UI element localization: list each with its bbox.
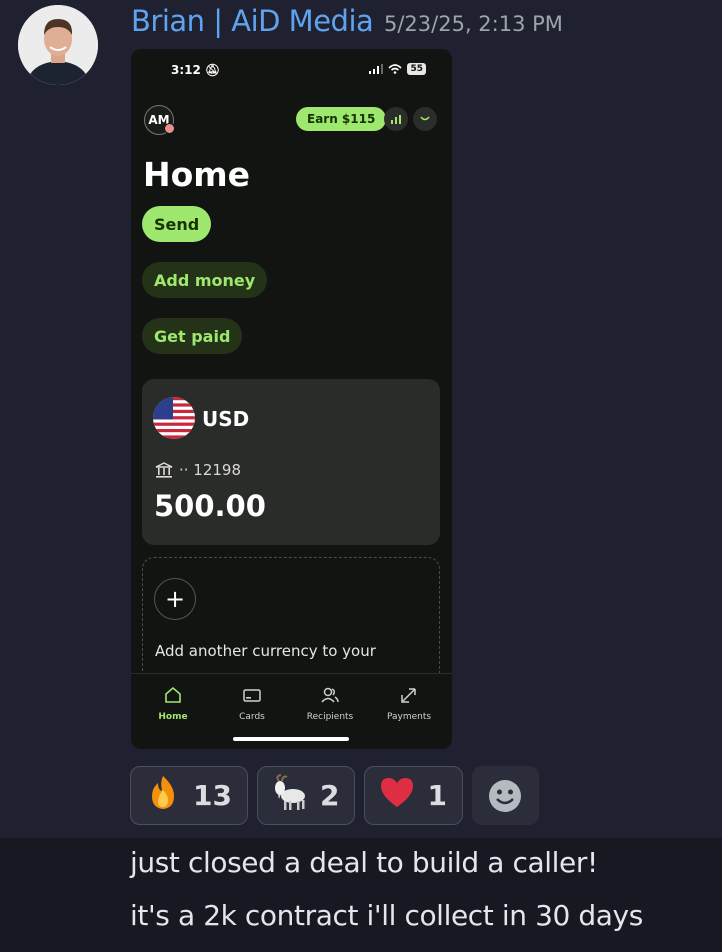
- author-photo: [18, 5, 98, 85]
- usd-balance-card[interactable]: USD ·· 12198 500.00: [142, 379, 440, 545]
- send-button[interactable]: Send: [142, 206, 212, 242]
- reaction-heart[interactable]: 1: [364, 766, 463, 825]
- notification-dot: [164, 123, 175, 134]
- payments-icon: [401, 688, 416, 703]
- message-line: just closed a deal to build a caller!: [130, 846, 598, 879]
- card-icon: [243, 689, 261, 702]
- message-timestamp: 5/23/25, 2:13 PM: [384, 12, 563, 36]
- message-author[interactable]: Brian | AiD Media: [131, 4, 374, 38]
- bottom-nav: Home Cards Recipients Payments: [131, 673, 452, 749]
- smile-icon[interactable]: [413, 107, 437, 131]
- reactions-bar: 13 2 1: [130, 766, 539, 825]
- battery-icon: 55: [407, 63, 426, 75]
- wifi-icon: [388, 64, 403, 74]
- nav-home[interactable]: Home: [133, 684, 213, 722]
- signal-icon: [369, 64, 384, 74]
- home-indicator: [233, 737, 349, 741]
- goat-icon: [270, 774, 310, 817]
- page-title: Home: [143, 155, 251, 194]
- mute-icon: 🔕︎: [205, 63, 221, 77]
- heart-icon: [377, 774, 417, 817]
- status-time: 3:12 🔕︎: [171, 63, 221, 77]
- reaction-goat[interactable]: 2: [256, 766, 356, 825]
- plus-icon[interactable]: +: [154, 578, 196, 620]
- message-line: it's a 2k contract i'll collect in 30 da…: [130, 899, 643, 932]
- recipients-icon: [321, 687, 339, 703]
- bank-icon: [155, 462, 173, 478]
- fire-icon: [143, 774, 183, 817]
- account-number: ·· 12198: [155, 461, 241, 479]
- status-icons: 55: [369, 63, 426, 75]
- attached-screenshot[interactable]: 3:12 🔕︎ 55 AM Earn $115 Home Send Add mo…: [131, 49, 452, 749]
- add-reaction-button[interactable]: [471, 766, 539, 825]
- get-paid-button[interactable]: Get paid: [142, 318, 243, 354]
- profile-avatar[interactable]: AM: [144, 105, 175, 135]
- us-flag-icon: [153, 397, 195, 439]
- add-money-button[interactable]: Add money: [142, 262, 268, 298]
- home-icon: [165, 686, 181, 703]
- author-avatar[interactable]: [18, 5, 98, 85]
- smiley-icon: [489, 779, 522, 812]
- nav-recipients[interactable]: Recipients: [290, 684, 370, 722]
- currency-label: USD: [202, 407, 250, 431]
- reaction-fire[interactable]: 13: [130, 766, 248, 825]
- insights-icon[interactable]: [384, 107, 408, 131]
- add-currency-text: Add another currency to your: [155, 642, 376, 660]
- nav-payments[interactable]: Payments: [369, 684, 449, 722]
- nav-cards[interactable]: Cards: [212, 684, 292, 722]
- balance-amount: 500.00: [154, 489, 266, 523]
- message-body: just closed a deal to build a caller! it…: [0, 838, 722, 952]
- earn-button[interactable]: Earn $115: [296, 107, 387, 131]
